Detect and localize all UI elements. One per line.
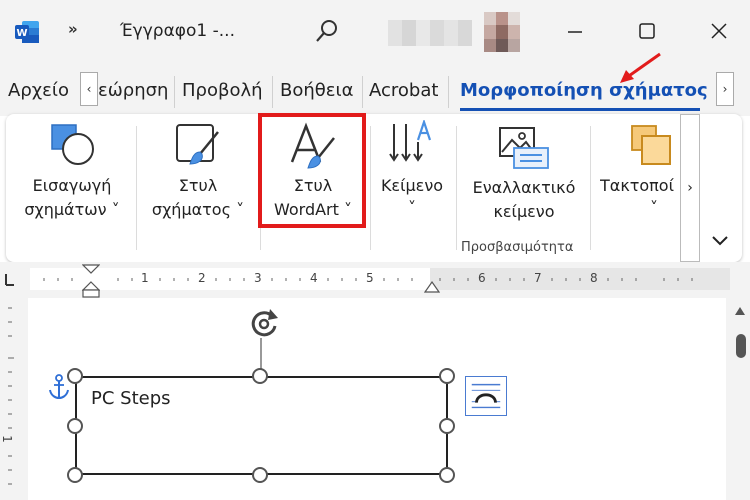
ribbon-divider (370, 126, 371, 250)
tab-file[interactable]: Αρχείο (8, 80, 69, 101)
ruler-mark: 6 (478, 271, 486, 285)
close-icon[interactable] (704, 16, 734, 46)
tab-divider (448, 76, 449, 108)
accessibility-group-label: Προσβασιμότητα (461, 240, 574, 255)
tab-shape-format[interactable]: Μορφοποίηση σχήματος (460, 80, 708, 101)
rotate-handle-icon[interactable] (246, 306, 282, 342)
ribbon-divider (590, 126, 591, 250)
maximize-icon[interactable] (632, 16, 662, 46)
text-direction-icon[interactable] (388, 120, 436, 168)
ruler-mark: 8 (590, 271, 598, 285)
tab-divider (174, 76, 175, 108)
more-commands-button[interactable]: » (68, 20, 78, 38)
tab-acrobat[interactable]: Acrobat (369, 80, 438, 101)
tab-help[interactable]: Βοήθεια (280, 80, 353, 101)
alt-text-icon[interactable] (498, 126, 550, 170)
ruler-mark: 7 (534, 271, 542, 285)
resize-handle-top-left[interactable] (67, 368, 83, 384)
insert-shapes-label-2[interactable]: σχημάτων ˅ (14, 198, 130, 222)
ruler-mark: 2 (198, 271, 206, 285)
search-icon[interactable] (314, 18, 340, 44)
tab-review[interactable]: εώρηση (98, 80, 168, 101)
tabs-scroll-right-button[interactable]: › (716, 72, 734, 106)
text-box-content[interactable]: PC Steps (91, 388, 171, 409)
document-title[interactable]: Έγγραφο1 -... (120, 21, 235, 41)
avatar[interactable] (484, 12, 520, 52)
minimize-icon[interactable] (560, 16, 590, 46)
scroll-up-icon[interactable] (734, 306, 746, 316)
layout-options-icon (471, 383, 501, 409)
ruler-mark: 3 (254, 271, 262, 285)
shape-style-icon[interactable] (174, 122, 222, 168)
arrange-label-1[interactable]: Τακτοποί (600, 174, 678, 198)
insert-shapes-label-1[interactable]: Εισαγωγή (22, 174, 122, 198)
ribbon-scroll-right-button[interactable]: › (680, 114, 700, 262)
ruler-mark: 4 (310, 271, 318, 285)
scrollbar-thumb[interactable] (736, 334, 746, 358)
tabs-scroll-left-button[interactable]: ‹ (80, 72, 98, 106)
tab-view[interactable]: Προβολή (182, 80, 263, 101)
word-icon-letter: W (16, 28, 27, 39)
alt-text-label-1[interactable]: Εναλλακτικό (466, 176, 582, 200)
insert-shapes-icon[interactable] (50, 123, 96, 167)
chevron-down-icon[interactable] (708, 228, 732, 252)
resize-handle-bottom-right[interactable] (439, 467, 455, 483)
tab-divider (272, 76, 273, 108)
word-icon[interactable]: W (14, 20, 40, 44)
text-label-1[interactable]: Κείμενο (372, 174, 452, 198)
ruler-ticks (43, 278, 693, 281)
resize-handle-right[interactable] (439, 418, 455, 434)
shape-style-label-2[interactable]: σχήματος ˅ (144, 198, 252, 222)
tab-stop-selector-icon[interactable] (2, 272, 16, 288)
vertical-scrollbar[interactable] (730, 298, 750, 500)
resize-handle-top[interactable] (252, 368, 268, 384)
resize-handle-top-right[interactable] (439, 368, 455, 384)
resize-handle-bottom[interactable] (252, 467, 268, 483)
alt-text-label-2[interactable]: κείμενο (466, 200, 582, 224)
shape-style-label-1[interactable]: Στυλ (150, 174, 246, 198)
resize-handle-left[interactable] (67, 418, 83, 434)
user-name-blurred (388, 20, 472, 46)
active-tab-underline (460, 108, 700, 111)
resize-handle-bottom-left[interactable] (67, 467, 83, 483)
right-indent-marker-icon[interactable] (424, 280, 440, 294)
text-label-2[interactable]: ˅ (372, 196, 452, 220)
arrange-icon[interactable] (630, 124, 674, 170)
ruler-mark: 1 (141, 271, 149, 285)
red-arrow-annotation (620, 52, 661, 83)
red-highlight-box (258, 113, 366, 228)
indent-marker-icon[interactable] (82, 264, 100, 298)
ribbon-divider (136, 126, 137, 250)
tab-divider (362, 76, 363, 108)
vertical-ruler-mark: 1 (0, 435, 14, 443)
vertical-ruler-ticks (8, 307, 14, 485)
layout-options-button[interactable] (465, 376, 507, 416)
ribbon-divider (456, 126, 457, 250)
ruler-mark: 5 (366, 271, 374, 285)
